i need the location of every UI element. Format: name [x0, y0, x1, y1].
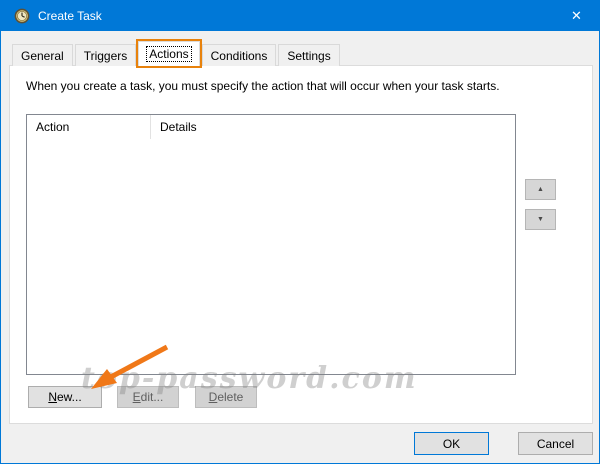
close-icon: ✕ [571, 8, 582, 23]
tab-triggers[interactable]: Triggers [74, 44, 137, 66]
create-task-dialog: Create Task ✕ General Triggers Actions C… [0, 0, 600, 464]
ok-button[interactable]: OK [414, 432, 489, 455]
close-button[interactable]: ✕ [554, 1, 599, 31]
tab-conditions[interactable]: Conditions [201, 44, 277, 66]
actions-list-header: Action Details [27, 115, 515, 139]
move-up-button[interactable]: ▲ [525, 179, 556, 200]
tab-actions[interactable]: Actions [138, 41, 200, 66]
column-header-details[interactable]: Details [151, 115, 515, 139]
up-arrow-icon: ▲ [537, 186, 544, 193]
actions-tab-page: When you create a task, you must specify… [9, 65, 593, 424]
tab-strip: General Triggers Actions Conditions Sett… [12, 41, 342, 66]
edit-button[interactable]: Edit... [117, 386, 179, 408]
delete-button[interactable]: Delete [195, 386, 257, 408]
cancel-button[interactable]: Cancel [518, 432, 593, 455]
task-scheduler-clock-icon [14, 8, 30, 24]
title-bar: Create Task ✕ [1, 1, 599, 31]
actions-description: When you create a task, you must specify… [26, 79, 500, 93]
move-down-button[interactable]: ▼ [525, 209, 556, 230]
column-header-action[interactable]: Action [27, 115, 151, 139]
down-arrow-icon: ▼ [537, 216, 544, 223]
new-button[interactable]: New... [28, 386, 102, 408]
window-title: Create Task [38, 9, 102, 23]
tab-settings[interactable]: Settings [278, 44, 340, 66]
tab-general[interactable]: General [12, 44, 73, 66]
actions-list[interactable]: Action Details [26, 114, 516, 375]
